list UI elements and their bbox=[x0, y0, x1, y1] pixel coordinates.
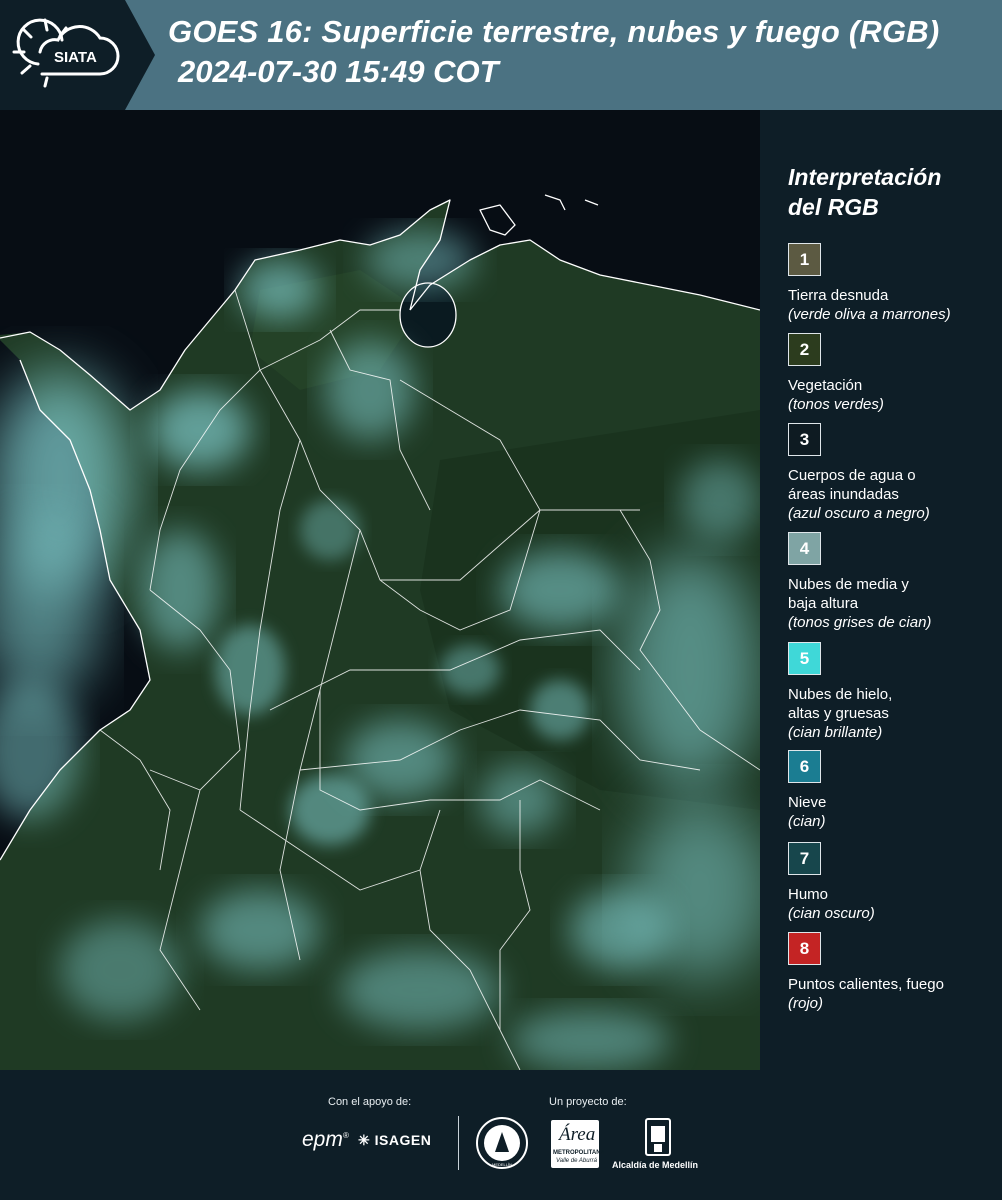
legend-item-snow: 6 Nieve (cian) bbox=[788, 750, 998, 831]
legend-swatch-3: 3 bbox=[788, 423, 821, 456]
legend-sub-6: (cian) bbox=[788, 813, 826, 830]
legend-swatch-8: 8 bbox=[788, 932, 821, 965]
legend-item-vegetation: 2 Vegetación (tonos verdes) bbox=[788, 333, 998, 414]
epm-logo-text: epm bbox=[302, 1128, 343, 1151]
legend-sub-5: (cian brillante) bbox=[788, 724, 883, 741]
page-title: GOES 16: Superficie terrestre, nubes y f… bbox=[168, 14, 940, 49]
legend-item-mid-low-clouds: 4 Nubes de media y baja altura (tonos gr… bbox=[788, 532, 998, 632]
siata-logo-text: SIATA bbox=[54, 49, 97, 66]
legend-sub-3: (azul oscuro a negro) bbox=[788, 505, 930, 522]
legend-item-water: 3 Cuerpos de agua o áreas inundadas (azu… bbox=[788, 423, 998, 523]
legend-item-hotspots: 8 Puntos calientes, fuego (rojo) bbox=[788, 932, 998, 1013]
satellite-rgb-map bbox=[0, 110, 760, 1070]
legend-swatch-2: 2 bbox=[788, 333, 821, 366]
rgb-legend: Interpretación del RGB 1 Tierra desnuda … bbox=[760, 110, 1002, 1070]
legend-label-3b: áreas inundadas bbox=[788, 486, 899, 503]
legend-label-5: Nubes de hielo, altas y gruesas bbox=[788, 685, 998, 723]
legend-label-5a: Nubes de hielo, bbox=[788, 686, 893, 703]
footer: Con el apoyo de: Un proyecto de: epm® ✳ … bbox=[0, 1070, 1002, 1200]
project-caption: Un proyecto de: bbox=[549, 1096, 627, 1108]
legend-title-line1: Interpretación bbox=[788, 164, 942, 190]
legend-label-6: Nieve bbox=[788, 794, 827, 811]
legend-label-4: Nubes de media y baja altura bbox=[788, 575, 998, 613]
legend-label-3: Cuerpos de agua o áreas inundadas bbox=[788, 466, 998, 504]
alcaldia-shield-icon bbox=[645, 1118, 671, 1156]
legend-label-3a: Cuerpos de agua o bbox=[788, 467, 916, 484]
area-metropolitana-logo: Área METROPOLITANA Valle de Aburrá bbox=[551, 1120, 605, 1168]
footer-divider bbox=[458, 1116, 459, 1170]
epm-logo: epm® bbox=[302, 1128, 349, 1151]
legend-label-7: Humo bbox=[788, 886, 829, 903]
legend-swatch-4: 4 bbox=[788, 532, 821, 565]
legend-title-line2: del RGB bbox=[788, 194, 879, 220]
legend-title: Interpretación del RGB bbox=[788, 162, 941, 222]
legend-item-ice-clouds: 5 Nubes de hielo, altas y gruesas (cian … bbox=[788, 642, 998, 742]
alcaldia-logo-text: Alcaldía de Medellín bbox=[612, 1160, 699, 1170]
satellite-image bbox=[0, 110, 760, 1070]
legend-label-4b: baja altura bbox=[788, 595, 859, 612]
legend-sub-2: (tonos verdes) bbox=[788, 396, 884, 413]
area-logo-sub2: Valle de Aburrá bbox=[556, 1158, 597, 1164]
univ-seal-text: MEDELLÍN bbox=[492, 1162, 512, 1167]
siata-logo: SIATA bbox=[0, 0, 155, 110]
legend-swatch-1: 1 bbox=[788, 243, 821, 276]
legend-label-1: Tierra desnuda bbox=[788, 287, 889, 304]
isagen-logo: ✳ ISAGEN bbox=[358, 1132, 431, 1149]
isagen-mark-icon: ✳ bbox=[358, 1132, 371, 1148]
area-logo-sub1: METROPOLITANA bbox=[553, 1150, 605, 1156]
legend-sub-7: (cian oscuro) bbox=[788, 905, 875, 922]
area-logo-text: Área bbox=[559, 1124, 596, 1145]
legend-label-8: Puntos calientes, fuego bbox=[788, 976, 944, 993]
legend-label-4a: Nubes de media y bbox=[788, 576, 909, 593]
legend-swatch-5: 5 bbox=[788, 642, 821, 675]
legend-item-bare-soil: 1 Tierra desnuda (verde oliva a marrones… bbox=[788, 243, 998, 324]
legend-swatch-6: 6 bbox=[788, 750, 821, 783]
legend-sub-1: (verde oliva a marrones) bbox=[788, 306, 951, 323]
support-caption: Con el apoyo de: bbox=[328, 1096, 412, 1108]
isagen-logo-text: ISAGEN bbox=[374, 1132, 432, 1148]
legend-label-2: Vegetación bbox=[788, 377, 863, 394]
legend-label-5b: altas y gruesas bbox=[788, 705, 889, 722]
legend-sub-8: (rojo) bbox=[788, 995, 824, 1012]
university-seal-logo: MEDELLÍN bbox=[476, 1117, 528, 1169]
legend-swatch-7: 7 bbox=[788, 842, 821, 875]
header-bar: SIATA GOES 16: Superficie terrestre, nub… bbox=[0, 0, 1002, 110]
page-timestamp: 2024-07-30 15:49 COT bbox=[178, 54, 499, 89]
legend-item-smoke: 7 Humo (cian oscuro) bbox=[788, 842, 998, 923]
legend-sub-4: (tonos grises de cian) bbox=[788, 614, 932, 631]
